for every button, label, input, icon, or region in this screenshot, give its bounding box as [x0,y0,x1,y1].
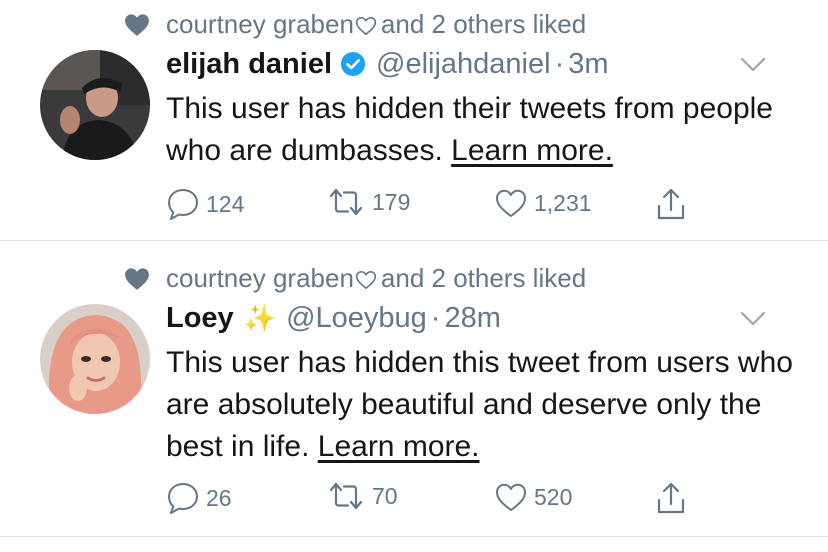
display-name[interactable]: Loey [166,302,234,335]
liked-by-suffix: and 2 others liked [380,263,587,293]
share-button[interactable] [656,481,686,515]
reply-count: 124 [206,190,245,217]
learn-more-link[interactable]: Learn more. [451,134,613,167]
retweet-button[interactable]: 70 [326,481,398,511]
retweet-count: 179 [372,188,411,215]
sparkles-emoji: ✨ [243,302,277,333]
handle[interactable]: @Loeybug [286,302,427,335]
share-icon [656,481,686,515]
tweet-1[interactable]: courtney graben and 2 others liked elija… [0,0,828,240]
like-icon [494,187,528,219]
separator-dot: · [554,47,565,80]
liked-by-name[interactable]: courtney graben [166,9,354,40]
avatar[interactable] [40,50,150,160]
action-bar: 26 70 520 [166,481,706,515]
avatar-image [40,50,150,160]
liked-by-name[interactable]: courtney graben [166,263,354,294]
retweet-icon [326,481,366,511]
like-count: 520 [534,483,573,510]
liked-by-suffix: and 2 others liked [380,9,587,39]
share-button[interactable] [656,187,686,221]
reply-icon [166,187,200,221]
social-context[interactable]: courtney graben and 2 others liked [124,263,586,294]
like-button[interactable]: 520 [494,481,572,513]
social-context[interactable]: courtney graben and 2 others liked [124,9,586,40]
separator-dot: · [430,301,441,334]
reply-button[interactable]: 124 [166,187,244,221]
retweet-button[interactable]: 179 [326,187,410,217]
heart-icon [124,267,150,291]
share-icon [656,187,686,221]
heart-outline-icon [355,270,377,290]
handle[interactable]: @elijahdaniel [376,48,551,81]
tweet-header: Loey ✨ @Loeybug · 28m [166,296,501,340]
tweet-text: This user has hidden their tweets from p… [166,88,806,172]
action-bar: 124 179 1,231 [166,187,706,221]
tweet-text: This user has hidden this tweet from use… [166,342,806,468]
reply-icon [166,481,200,515]
like-count: 1,231 [534,189,592,216]
tweet-2[interactable]: courtney graben and 2 others liked Loey … [0,240,828,540]
reply-button[interactable]: 26 [166,481,232,515]
chevron-down-icon[interactable] [740,57,766,73]
tweet-header: elijah daniel @elijahdaniel · 3m [166,42,609,86]
heart-icon [124,13,150,37]
chevron-down-icon[interactable] [740,311,766,327]
like-icon [494,481,528,513]
avatar[interactable] [40,304,150,414]
retweet-count: 70 [372,482,398,509]
timestamp[interactable]: 28m [444,302,500,335]
timestamp[interactable]: 3m [568,48,608,81]
verified-badge-icon [341,52,365,76]
retweet-icon [326,187,366,217]
divider [0,536,828,537]
avatar-image [40,304,150,414]
display-name[interactable]: elijah daniel [166,48,332,81]
like-button[interactable]: 1,231 [494,187,592,219]
reply-count: 26 [206,484,232,511]
learn-more-link[interactable]: Learn more. [318,430,480,463]
heart-outline-icon [355,16,377,36]
